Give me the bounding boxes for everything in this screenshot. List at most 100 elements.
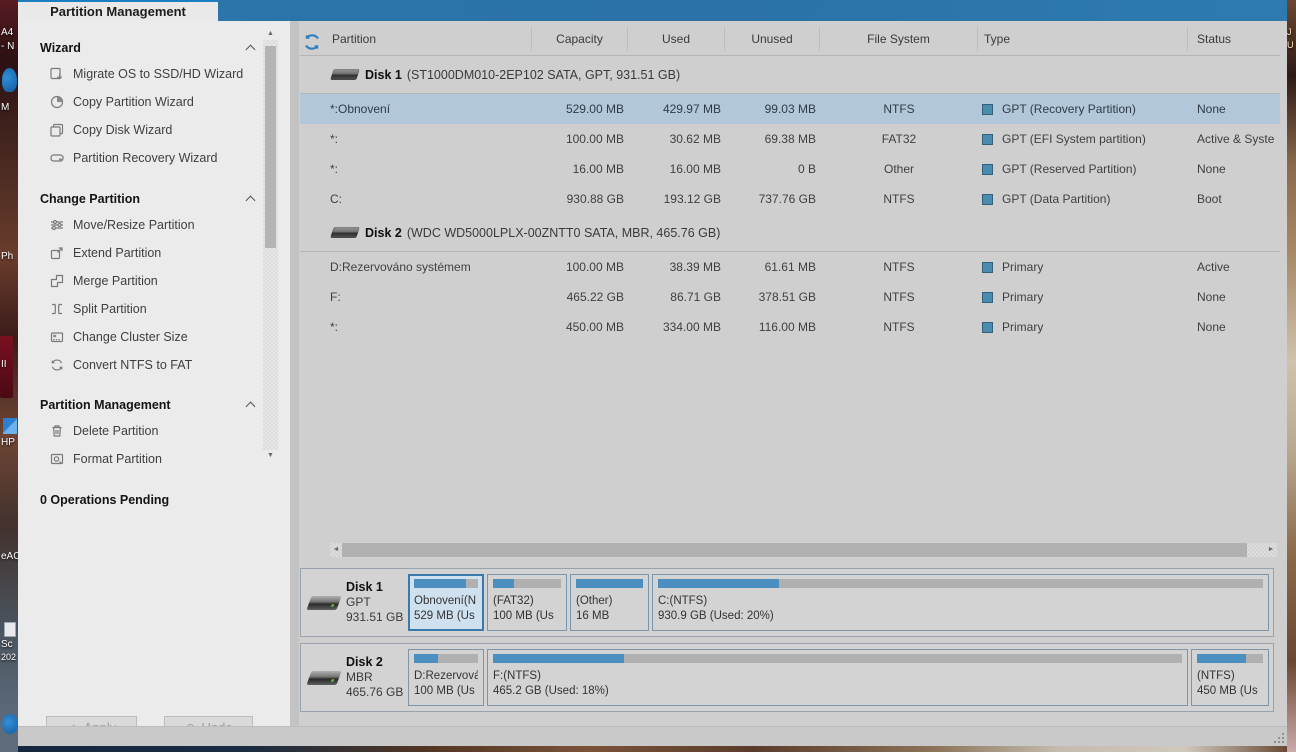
partition-type-icon [982, 164, 993, 175]
disk-map-block-ntfs[interactable]: (NTFS) 450 MB (Us [1191, 649, 1269, 706]
hard-disk-icon [330, 227, 360, 238]
sidebar-item-extend[interactable]: Extend Partition [18, 239, 262, 267]
disk-map-block-recovery[interactable]: Obnovení(N 529 MB (Us [408, 574, 484, 631]
table-row[interactable]: *: 450.00 MB 334.00 MB 116.00 MB NTFS Pr… [300, 312, 1280, 342]
usage-bar [658, 579, 1263, 588]
tab-label: Partition Management [50, 4, 186, 19]
table-row[interactable]: *:Obnovení 529.00 MB 429.97 MB 99.03 MB … [300, 94, 1280, 124]
desktop-icon[interactable] [3, 418, 17, 434]
sidebar-scrollbar-track[interactable] [263, 40, 278, 450]
usage-bar [493, 579, 561, 588]
horizontal-scrollbar[interactable]: ◄ ► [330, 543, 1277, 557]
disk-map-block-d[interactable]: D:Rezervová 100 MB (Us [408, 649, 484, 706]
desktop-label: U [1287, 40, 1294, 50]
table-row[interactable]: *: 100.00 MB 30.62 MB 69.38 MB FAT32 GPT… [300, 124, 1280, 154]
partition-manager-window: Partition Management Wizard Migrate OS t… [18, 0, 1287, 746]
disk-map-block-c[interactable]: C:(NTFS) 930.9 GB (Used: 20%) [652, 574, 1269, 631]
partition-type-icon [982, 134, 993, 145]
tab-partition-management[interactable]: Partition Management [18, 0, 218, 21]
desktop-label: A4 [1, 27, 13, 38]
disk-map-block-f[interactable]: F:(NTFS) 465.2 GB (Used: 18%) [487, 649, 1188, 706]
desktop-label: 202 [1, 652, 16, 662]
column-header-partition[interactable]: Partition [300, 27, 532, 51]
table-row[interactable]: D:Rezervováno systémem 100.00 MB 38.39 M… [300, 252, 1280, 282]
desktop-label: J [1287, 27, 1292, 37]
sidebar-item-move-resize[interactable]: Move/Resize Partition [18, 211, 262, 239]
sidebar-section-wizard: Wizard Migrate OS to SSD/HD Wizard Copy … [18, 36, 262, 172]
scroll-up-icon[interactable]: ▲ [263, 28, 278, 40]
column-header-filesystem[interactable]: File System [820, 27, 978, 51]
sidebar-item-partition-recovery[interactable]: Partition Recovery Wizard [18, 144, 262, 172]
extend-icon [48, 245, 65, 262]
scroll-right-icon[interactable]: ► [1265, 543, 1277, 557]
usage-bar [1197, 654, 1263, 663]
sidebar: Wizard Migrate OS to SSD/HD Wizard Copy … [18, 21, 290, 726]
sidebar-scrollbar-thumb[interactable] [265, 46, 276, 248]
column-header-capacity[interactable]: Capacity [532, 27, 628, 51]
migrate-os-icon [48, 66, 65, 83]
move-resize-icon [48, 217, 65, 234]
desktop-label: Sc [1, 639, 13, 650]
sidebar-item-split[interactable]: Split Partition [18, 295, 262, 323]
screen: A4 - N M Ph II HP eAC Sc 202 J U Partiti… [0, 0, 1296, 752]
usage-bar [576, 579, 643, 588]
sidebar-item-copy-partition[interactable]: Copy Partition Wizard [18, 88, 262, 116]
format-icon [48, 451, 65, 468]
cluster-size-icon [48, 329, 65, 346]
sidebar-item-copy-disk[interactable]: Copy Disk Wizard [18, 116, 262, 144]
sidebar-item-format-partition[interactable]: Format Partition [18, 445, 262, 473]
split-icon [48, 301, 65, 318]
scroll-down-icon[interactable]: ▼ [263, 450, 278, 462]
sidebar-section-partition-management: Partition Management Delete Partition Fo… [18, 393, 262, 473]
hard-disk-icon [330, 69, 360, 80]
hard-disk-icon [306, 596, 341, 610]
desktop-label: - N [1, 41, 14, 52]
copy-partition-icon [48, 94, 65, 111]
resize-grip-icon[interactable] [1282, 741, 1284, 743]
desktop-label: HP [1, 437, 15, 448]
table-header: Partition Capacity Used Unused File Syst… [300, 21, 1280, 56]
table-row[interactable]: *: 16.00 MB 16.00 MB 0 B Other GPT (Rese… [300, 154, 1280, 184]
section-header-partition-management[interactable]: Partition Management [18, 393, 262, 417]
sidebar-scrollbar[interactable]: ▲ ▼ [263, 28, 278, 462]
desktop-right-strip: J U [1287, 0, 1296, 752]
disk-1-header-row[interactable]: Disk 1 (ST1000DM010-2EP102 SATA, GPT, 93… [300, 56, 1280, 94]
collapse-chevron-icon[interactable] [246, 402, 256, 412]
partition-type-icon [982, 292, 993, 303]
column-header-status[interactable]: Status [1188, 27, 1280, 51]
sidebar-item-cluster-size[interactable]: Change Cluster Size [18, 323, 262, 351]
partition-type-icon [982, 262, 993, 273]
table-row[interactable]: F: 465.22 GB 86.71 GB 378.51 GB NTFS Pri… [300, 282, 1280, 312]
collapse-chevron-icon[interactable] [246, 45, 256, 55]
table-row[interactable]: C: 930.88 GB 193.12 GB 737.76 GB NTFS GP… [300, 184, 1280, 214]
sidebar-divider [290, 21, 299, 726]
desktop-icon[interactable] [4, 622, 16, 637]
desktop-label: II [1, 359, 7, 370]
delete-icon [48, 423, 65, 440]
desktop-left-strip: A4 - N M Ph II HP eAC Sc 202 [0, 0, 18, 752]
partition-table: Disk 1 (ST1000DM010-2EP102 SATA, GPT, 93… [300, 56, 1280, 342]
column-header-unused[interactable]: Unused [725, 27, 820, 51]
collapse-chevron-icon[interactable] [246, 196, 256, 206]
column-header-used[interactable]: Used [628, 27, 725, 51]
merge-icon [48, 273, 65, 290]
sidebar-item-merge[interactable]: Merge Partition [18, 267, 262, 295]
partition-type-icon [982, 104, 993, 115]
section-header-wizard[interactable]: Wizard [18, 36, 262, 60]
disk-2-header-row[interactable]: Disk 2 (WDC WD5000LPLX-00ZNTT0 SATA, MBR… [300, 214, 1280, 252]
desktop-icon[interactable] [2, 714, 18, 734]
sidebar-item-delete-partition[interactable]: Delete Partition [18, 417, 262, 445]
horizontal-scrollbar-thumb[interactable] [342, 543, 1247, 557]
desktop-label: eAC [1, 551, 18, 562]
disk-map-block-efi[interactable]: (FAT32) 100 MB (Us [487, 574, 567, 631]
convert-icon [48, 357, 65, 374]
scroll-left-icon[interactable]: ◄ [330, 543, 342, 557]
section-header-change-partition[interactable]: Change Partition [18, 187, 262, 211]
desktop-icon[interactable] [2, 68, 17, 92]
sidebar-item-convert-ntfs-fat[interactable]: Convert NTFS to FAT [18, 351, 262, 379]
disk-1-info: Disk 1 GPT 931.51 GB [305, 574, 405, 631]
disk-map-block-reserved[interactable]: (Other) 16 MB [570, 574, 649, 631]
sidebar-item-migrate-os[interactable]: Migrate OS to SSD/HD Wizard [18, 60, 262, 88]
main-panel: Partition Capacity Used Unused File Syst… [299, 21, 1287, 726]
column-header-type[interactable]: Type [978, 27, 1188, 51]
